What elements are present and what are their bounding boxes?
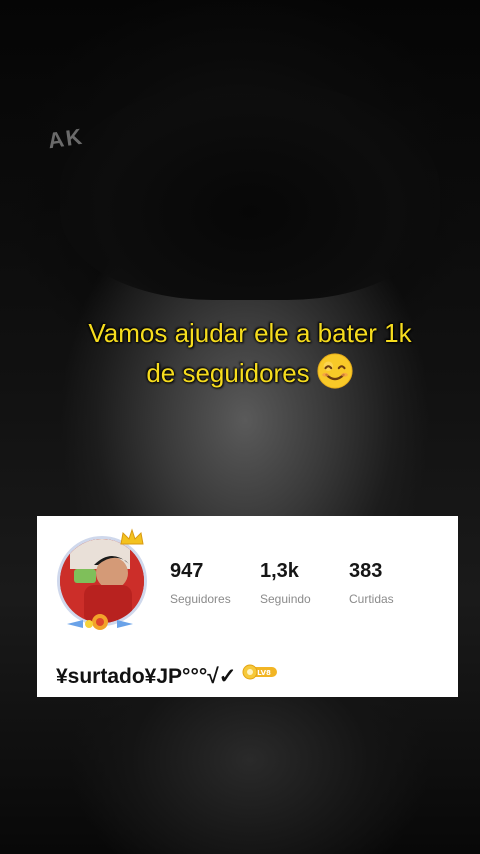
following-label: Seguindo — [260, 592, 311, 606]
username-text: ¥surtado¥JP°°°√✓ — [56, 665, 237, 688]
likes-count: 383 — [349, 560, 383, 582]
stat-following[interactable]: 1,3k Seguindo — [260, 560, 311, 606]
crown-icon — [120, 528, 144, 545]
caption-line-1: Vamos ajudar ele a bater 1k — [88, 318, 412, 348]
username: ¥surtado¥JP°°°√✓ LV8 — [56, 662, 278, 689]
followers-label: Seguidores — [170, 592, 231, 606]
caption-line-2: de seguidores — [30, 352, 470, 392]
followers-count: 947 — [170, 560, 204, 582]
caption-line-2-text: de seguidores — [146, 358, 310, 388]
smiling-face-emoji-icon — [317, 353, 353, 389]
stat-likes[interactable]: 383 Curtidas — [349, 560, 394, 606]
background-cap-print: AK — [46, 123, 86, 154]
profile-card: 947 Seguidores 1,3k Seguindo 383 Curtida… — [37, 516, 458, 697]
level-badge-icon: LV8 — [242, 662, 278, 686]
flower-badge-icon — [67, 614, 133, 630]
background-hair-shadow — [60, 80, 440, 300]
stat-followers[interactable]: 947 Seguidores — [170, 560, 231, 606]
avatar-frame[interactable] — [53, 528, 153, 632]
avatar-photo — [60, 539, 144, 623]
video-caption: Vamos ajudar ele a bater 1k de seguidore… — [30, 314, 470, 392]
likes-label: Curtidas — [349, 592, 394, 606]
following-count: 1,3k — [260, 560, 299, 582]
level-badge-text: LV8 — [257, 669, 271, 677]
